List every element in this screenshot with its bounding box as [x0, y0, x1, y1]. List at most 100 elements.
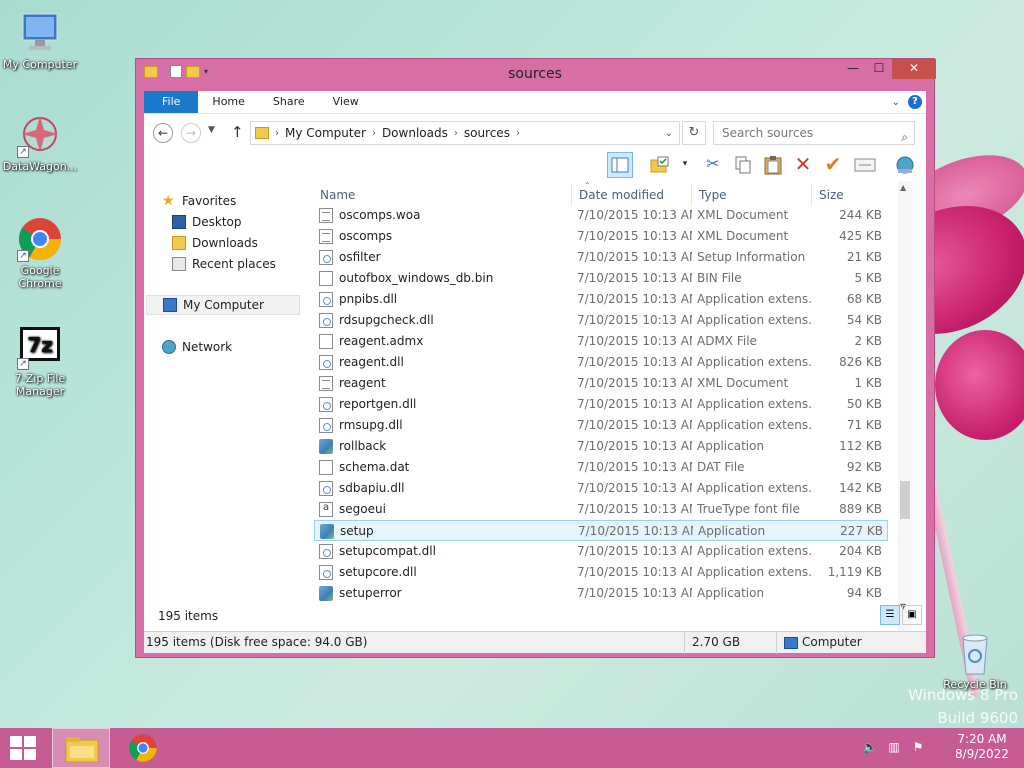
file-row[interactable]: rmsupg.dll 7/10/2015 10:13 AM Application … — [314, 415, 888, 436]
volume-muted-icon[interactable]: 🔈 — [862, 740, 878, 756]
start-button[interactable] — [10, 736, 38, 760]
column-header-name[interactable]: Name — [320, 185, 355, 205]
file-row[interactable]: segoeui 7/10/2015 10:13 AM TrueType font f… — [314, 499, 888, 520]
new-item-button[interactable] — [852, 152, 878, 178]
address-dropdown-icon[interactable]: ⌄ — [659, 128, 679, 139]
file-type: Application extens... — [697, 313, 812, 327]
scroll-up-icon[interactable]: ▲ — [900, 183, 906, 192]
file-row[interactable]: oscomps.woa 7/10/2015 10:13 AM XML Documen… — [314, 205, 888, 226]
file-date-modified: 7/10/2015 10:13 AM — [577, 544, 692, 558]
desktop-icon-7zip[interactable]: 7z ↗ 7-Zip File Manager — [0, 324, 80, 398]
minimize-button[interactable]: — — [840, 59, 866, 79]
network-globe-button[interactable] — [892, 152, 918, 178]
tab-file[interactable]: File — [144, 91, 199, 113]
column-divider[interactable] — [811, 185, 812, 205]
help-icon[interactable]: ? — [908, 95, 922, 109]
network-status-icon[interactable]: ▥ — [886, 740, 902, 756]
computer-icon — [784, 637, 798, 649]
file-row[interactable]: oscomps 7/10/2015 10:13 AM XML Document 425… — [314, 226, 888, 247]
cut-button[interactable]: ✂ — [700, 152, 726, 178]
breadcrumb-downloads[interactable]: Downloads — [382, 126, 448, 140]
desktop-icon-datawagon[interactable]: ↗ DataWagon... — [0, 112, 80, 173]
address-bar[interactable]: › My Computer › Downloads › sources › ⌄ — [250, 121, 680, 145]
action-center-icon[interactable]: ⚑ — [910, 740, 926, 756]
details-view-button[interactable]: ☰ — [880, 605, 900, 625]
desktop-icon-my-computer[interactable]: My Computer — [0, 10, 80, 71]
search-icon[interactable]: ⌕ — [901, 126, 908, 148]
downloads-folder-icon — [172, 236, 186, 250]
column-divider[interactable] — [571, 185, 572, 205]
file-row[interactable]: schema.dat 7/10/2015 10:13 AM DAT File 92 K… — [314, 457, 888, 478]
tab-share[interactable]: Share — [259, 91, 319, 113]
breadcrumb-sources[interactable]: sources — [464, 126, 510, 140]
column-header-size[interactable]: Size — [819, 185, 844, 205]
scrollbar-thumb[interactable] — [900, 481, 910, 519]
clock[interactable]: 7:20 AM 8/9/2022 — [952, 732, 1012, 762]
preview-pane-button[interactable] — [607, 152, 633, 178]
desktop-icon-recycle-bin[interactable]: Recycle Bin — [935, 630, 1015, 691]
file-row[interactable]: reagent.admx 7/10/2015 10:13 AM ADMX File 2… — [314, 331, 888, 352]
file-size: 826 KB — [839, 355, 882, 369]
desktop-icon-label: DataWagon... — [2, 160, 78, 173]
breadcrumb-separator-icon[interactable]: › — [516, 128, 520, 139]
file-row[interactable]: setup 7/10/2015 10:13 AM Application 227 KB — [314, 520, 888, 541]
tab-home[interactable]: Home — [198, 91, 258, 113]
file-row[interactable]: pnpibs.dll 7/10/2015 10:13 AM Application … — [314, 289, 888, 310]
large-icons-view-button[interactable]: ▣ — [902, 605, 922, 625]
file-name: rmsupg.dll — [339, 418, 403, 432]
file-row[interactable]: reagent 7/10/2015 10:13 AM XML Document 1 K… — [314, 373, 888, 394]
up-button[interactable]: ↑ — [231, 123, 244, 141]
back-button[interactable]: ← — [153, 123, 173, 143]
explorer-window[interactable]: ▾ sources — ☐ ✕ File Home Share View ⌄ ?… — [135, 58, 936, 658]
properties-button[interactable] — [647, 152, 673, 178]
recent-locations-icon[interactable]: ▼ — [208, 125, 215, 135]
dll-file-icon — [319, 355, 333, 370]
nav-downloads[interactable]: Downloads — [172, 233, 258, 253]
file-row[interactable]: setuperror 7/10/2015 10:13 AM Application 9… — [314, 583, 888, 604]
file-row[interactable]: rdsupgcheck.dll 7/10/2015 10:13 AM Applica… — [314, 310, 888, 331]
file-row[interactable]: rollback 7/10/2015 10:13 AM Application 112… — [314, 436, 888, 457]
file-row[interactable]: osfilter 7/10/2015 10:13 AM Setup Informat… — [314, 247, 888, 268]
search-placeholder: Search sources — [722, 126, 814, 140]
rename-button[interactable]: ✔ — [820, 152, 846, 178]
close-button[interactable]: ✕ — [892, 59, 936, 79]
file-row[interactable]: reagent.dll 7/10/2015 10:13 AM Application… — [314, 352, 888, 373]
nav-favorites[interactable]: ★ Favorites — [162, 191, 236, 211]
file-row[interactable]: setupcompat.dll 7/10/2015 10:13 AM Applica… — [314, 541, 888, 562]
file-name: reagent — [339, 376, 386, 390]
nav-desktop[interactable]: Desktop — [172, 212, 242, 232]
breadcrumb-my-computer[interactable]: My Computer — [285, 126, 366, 140]
forward-button[interactable]: → — [181, 123, 201, 143]
maximize-button[interactable]: ☐ — [866, 59, 892, 79]
expand-ribbon-icon[interactable]: ⌄ — [892, 97, 900, 108]
search-input[interactable]: Search sources ⌕ — [713, 121, 915, 145]
title-bar[interactable]: ▾ sources — ☐ ✕ — [136, 59, 936, 89]
refresh-button[interactable]: ↻ — [682, 121, 706, 145]
nav-recent-places[interactable]: Recent places — [172, 254, 276, 274]
file-row[interactable]: sdbapiu.dll 7/10/2015 10:13 AM Application… — [314, 478, 888, 499]
tab-view[interactable]: View — [319, 91, 373, 113]
breadcrumb-separator-icon[interactable]: › — [454, 128, 458, 139]
nav-my-computer[interactable]: My Computer — [146, 295, 300, 315]
dll-file-icon — [319, 397, 333, 412]
column-header-type[interactable]: Type — [699, 185, 727, 205]
copy-button[interactable] — [730, 152, 756, 178]
nav-network[interactable]: Network — [162, 337, 232, 357]
desktop-icon-google-chrome[interactable]: ↗ Google Chrome — [0, 216, 80, 290]
column-divider[interactable] — [691, 185, 692, 205]
file-row[interactable]: setupcore.dll 7/10/2015 10:13 AM Applicati… — [314, 562, 888, 583]
vertical-scrollbar[interactable]: ▲ ▼ — [898, 181, 912, 631]
file-row[interactable]: outofbox_windows_db.bin 7/10/2015 10:13 A… — [314, 268, 888, 289]
file-row[interactable]: reportgen.dll 7/10/2015 10:13 AM Applicati… — [314, 394, 888, 415]
column-header-date[interactable]: Date modified — [579, 185, 664, 205]
delete-button[interactable]: ✕ — [790, 152, 816, 178]
properties-dropdown-icon[interactable]: ▾ — [672, 152, 698, 178]
breadcrumb-separator-icon[interactable]: › — [372, 128, 376, 139]
paste-button[interactable] — [760, 152, 786, 178]
taskbar-file-explorer[interactable] — [52, 728, 110, 768]
breadcrumb-separator-icon[interactable]: › — [275, 128, 279, 139]
file-name: rollback — [339, 439, 387, 453]
file-date-modified: 7/10/2015 10:13 AM — [577, 355, 692, 369]
taskbar-chrome[interactable] — [114, 728, 172, 768]
file-size: 227 KB — [840, 524, 883, 538]
